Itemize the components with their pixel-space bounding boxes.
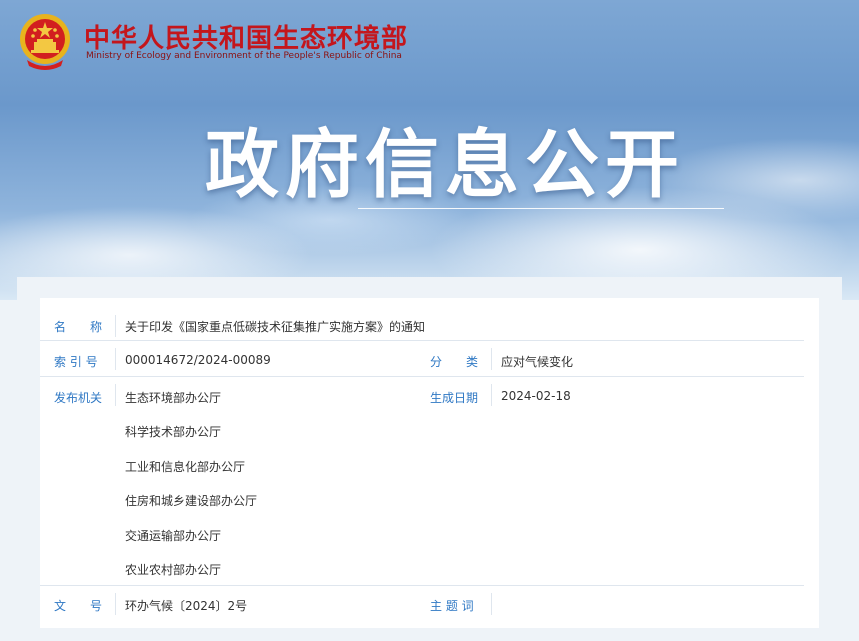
issuer-item: 农业农村部办公厅 — [125, 563, 222, 577]
doc-no-value: 环办气候〔2024〕2号 — [125, 599, 248, 613]
info-card: 名 称 关于印发《国家重点低碳技术征集推广实施方案》的通知 索 引 号 0000… — [40, 298, 819, 628]
issuer-item: 科学技术部办公厅 — [125, 425, 222, 439]
info-row-issuer: 发布机关 生态环境部办公厅 科学技术部办公厅 工业和信息化部办公厅 住房和城乡建… — [40, 378, 804, 586]
row-divider — [491, 348, 492, 370]
name-label: 名 称 — [54, 320, 103, 334]
hero-underline — [358, 208, 724, 209]
issuer-item: 生态环境部办公厅 — [125, 391, 222, 405]
info-row-docno: 文 号 环办气候〔2024〕2号 主 题 词 — [40, 587, 804, 621]
date-value: 2024-02-18 — [501, 389, 571, 403]
issuer-item: 工业和信息化部办公厅 — [125, 460, 246, 474]
national-emblem-icon[interactable] — [17, 12, 73, 74]
issuer-item: 交通运输部办公厅 — [125, 529, 222, 543]
row-divider — [115, 384, 116, 406]
name-value: 关于印发《国家重点低碳技术征集推广实施方案》的通知 — [125, 320, 426, 334]
subject-label: 主 题 词 — [430, 599, 474, 613]
row-divider — [115, 315, 116, 337]
page-hero-title: 政府信息公开 — [205, 122, 685, 208]
doc-no-label: 文 号 — [54, 599, 103, 613]
info-row-index: 索 引 号 000014672/2024-00089 分 类 应对气候变化 — [40, 342, 804, 377]
issuer-label: 发布机关 — [54, 391, 103, 405]
row-divider — [115, 348, 116, 370]
ministry-name-en[interactable]: Ministry of Ecology and Environment of t… — [86, 51, 402, 61]
date-label: 生成日期 — [430, 391, 479, 405]
info-row-name: 名 称 关于印发《国家重点低碳技术征集推广实施方案》的通知 — [40, 312, 804, 341]
index-label: 索 引 号 — [54, 355, 98, 369]
issuer-item: 住房和城乡建设部办公厅 — [125, 494, 258, 508]
row-divider — [491, 384, 492, 406]
row-divider — [115, 593, 116, 615]
ministry-name-cn[interactable]: 中华人民共和国生态环境部 — [84, 18, 408, 55]
category-label: 分 类 — [430, 355, 479, 369]
row-divider — [491, 593, 492, 615]
index-value: 000014672/2024-00089 — [125, 353, 271, 367]
category-value: 应对气候变化 — [501, 355, 574, 369]
